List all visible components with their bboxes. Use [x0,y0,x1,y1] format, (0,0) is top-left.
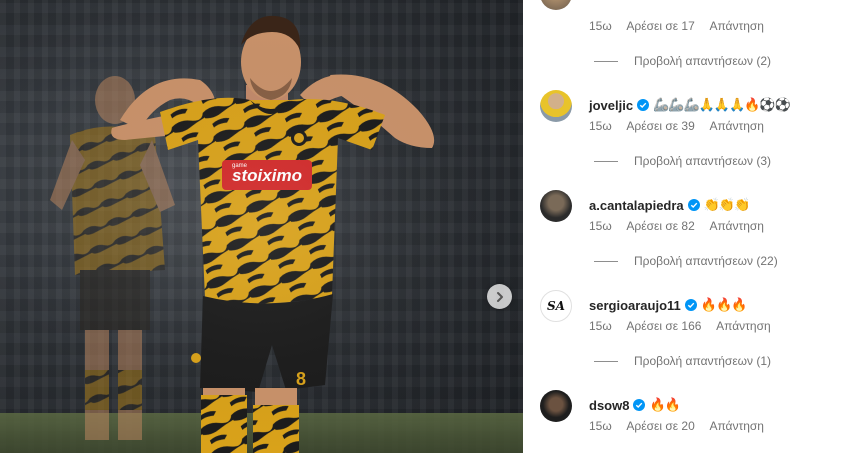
replies-divider [594,360,618,362]
comment-time: 15ω [589,419,612,433]
comment-likes[interactable]: Αρέσει σε 82 [626,219,694,233]
view-replies-button[interactable]: Προβολή απαντήσεων (2) [594,54,771,68]
comment-likes[interactable]: Αρέσει σε 39 [626,119,694,133]
reply-button[interactable]: Απάντηση [709,119,764,133]
avatar[interactable]: SA [540,290,572,322]
avatar-monogram: SA [547,299,565,313]
reply-button[interactable]: Απάντηση [709,419,764,433]
reply-button[interactable]: Απάντηση [709,19,764,33]
comment-username[interactable]: dsow8 [589,398,629,413]
view-replies-label: Προβολή απαντήσεων (1) [634,354,772,368]
view-replies-label: Προβολή απαντήσεων (2) [634,54,772,68]
comment-username[interactable]: joveljic [589,98,633,113]
comment-likes[interactable]: Αρέσει σε 17 [626,19,694,33]
comment-likes[interactable]: Αρέσει σε 166 [626,319,701,333]
verified-badge-icon [684,299,697,311]
reply-button[interactable]: Απάντηση [716,319,771,333]
comment-meta: 15ω Αρέσει σε 166 Απάντηση [589,319,771,333]
replies-divider [594,60,618,62]
view-replies-label: Προβολή απαντήσεων (3) [634,154,772,168]
comment-meta: 15ω Αρέσει σε 82 Απάντηση [589,219,764,233]
comment-likes[interactable]: Αρέσει σε 20 [626,419,694,433]
comment-time: 15ω [589,319,612,333]
avatar-partial[interactable] [540,0,572,10]
avatar[interactable] [540,90,572,122]
comment-text: 🔥🔥 [649,397,680,412]
view-replies-label: Προβολή απαντήσεων (22) [634,254,778,268]
comment-text: 🔥🔥🔥 [700,297,748,312]
comment-time: 15ω [589,219,612,233]
post-photo[interactable]: stoiximo game 8 [0,0,523,453]
view-replies-button[interactable]: Προβολή απαντήσεων (1) [594,354,771,368]
avatar[interactable] [540,190,572,222]
comment-text: 🦾🦾🦾🙏🙏🙏🔥⚽⚽ [653,97,791,112]
comment-meta: 15ω Αρέσει σε 20 Απάντηση [589,419,764,433]
comment-time: 15ω [589,19,612,33]
comment-text: 👏👏👏 [703,197,751,212]
reply-button[interactable]: Απάντηση [709,219,764,233]
avatar[interactable] [540,390,572,422]
comments-panel[interactable]: 15ω Αρέσει σε 17 Απάντηση Προβολή απαντή… [523,0,867,453]
comment-meta: 15ω Αρέσει σε 39 Απάντηση [589,119,764,133]
verified-badge-icon [637,99,650,111]
player-illustration: stoiximo game 8 [0,0,523,453]
replies-divider [594,160,618,162]
chevron-right-icon [496,291,503,302]
comment-username[interactable]: sergioaraujo11 [589,298,681,313]
comment-meta-partial: 15ω Αρέσει σε 17 Απάντηση [589,19,764,33]
verified-badge-icon [687,199,700,211]
verified-badge-icon [633,399,646,411]
view-replies-button[interactable]: Προβολή απαντήσεων (3) [594,154,771,168]
next-photo-button[interactable] [487,284,512,309]
comment-time: 15ω [589,119,612,133]
comment-username[interactable]: a.cantalapiedra [589,198,684,213]
view-replies-button[interactable]: Προβολή απαντήσεων (22) [594,254,778,268]
replies-divider [594,260,618,262]
